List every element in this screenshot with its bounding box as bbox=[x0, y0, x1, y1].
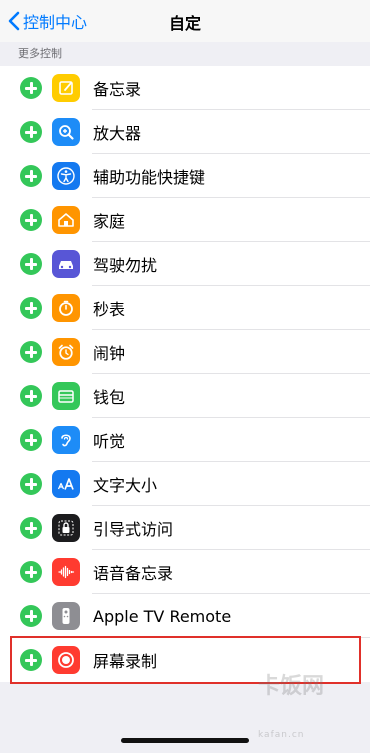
notes-icon bbox=[52, 74, 80, 102]
list-item-label: 辅助功能快捷键 bbox=[93, 168, 206, 187]
list-item-notes: 备忘录 bbox=[0, 66, 370, 110]
list-item-label: 放大器 bbox=[93, 124, 142, 143]
bottom-area bbox=[0, 704, 370, 753]
add-control-button[interactable] bbox=[20, 297, 42, 319]
tv-remote-icon bbox=[52, 602, 80, 630]
add-control-button[interactable] bbox=[20, 165, 42, 187]
add-control-button[interactable] bbox=[20, 429, 42, 451]
list-item-label: 驾驶勿扰 bbox=[93, 256, 158, 275]
lock-icon bbox=[52, 514, 80, 542]
stopwatch-icon bbox=[52, 294, 80, 322]
home-indicator[interactable] bbox=[121, 738, 249, 743]
list-item-label: 钱包 bbox=[93, 388, 126, 407]
add-control-button[interactable] bbox=[20, 209, 42, 231]
alarm-icon bbox=[52, 338, 80, 366]
wallet-icon bbox=[52, 382, 80, 410]
list-item-label: 闹钟 bbox=[93, 344, 126, 363]
list-item-voice-memos: 语音备忘录 bbox=[0, 550, 370, 594]
list-item-label: 听觉 bbox=[93, 432, 126, 451]
list-item-home: 家庭 bbox=[0, 198, 370, 242]
navigation-bar: 控制中心 自定 bbox=[0, 0, 370, 42]
list-item-text-size: 文字大小 bbox=[0, 462, 370, 506]
list-item-magnifier: 放大器 bbox=[0, 110, 370, 154]
list-item-do-not-disturb-driving: 驾驶勿扰 bbox=[0, 242, 370, 286]
watermark-url: kafan.cn bbox=[258, 730, 305, 740]
add-control-button[interactable] bbox=[20, 253, 42, 275]
ear-icon bbox=[52, 426, 80, 454]
list-item-guided-access: 引导式访问 bbox=[0, 506, 370, 550]
car-icon bbox=[52, 250, 80, 278]
list-item-label: 文字大小 bbox=[93, 476, 158, 495]
page-title: 自定 bbox=[168, 14, 201, 33]
list-item-apple-tv-remote: Apple TV Remote bbox=[0, 594, 370, 638]
list-item-hearing: 听觉 bbox=[0, 418, 370, 462]
accessibility-icon bbox=[52, 162, 80, 190]
list-item-stopwatch: 秒表 bbox=[0, 286, 370, 330]
add-control-button[interactable] bbox=[20, 473, 42, 495]
add-control-button[interactable] bbox=[20, 121, 42, 143]
text-size-icon bbox=[52, 470, 80, 498]
list-item-label: 家庭 bbox=[93, 212, 126, 231]
screen-record-icon bbox=[52, 646, 80, 674]
list-item-accessibility-shortcut: 辅助功能快捷键 bbox=[0, 154, 370, 198]
more-controls-list: 备忘录 放大器 辅助功能快捷键 家庭 驾驶勿扰 秒表 闹钟 钱包 听觉 文字大小… bbox=[0, 66, 370, 682]
add-control-button[interactable] bbox=[20, 605, 42, 627]
list-item-label: Apple TV Remote bbox=[93, 606, 232, 626]
add-control-button[interactable] bbox=[20, 517, 42, 539]
home-icon bbox=[52, 206, 80, 234]
list-item-label: 语音备忘录 bbox=[93, 564, 174, 583]
list-item-label: 秒表 bbox=[93, 300, 126, 319]
add-control-button[interactable] bbox=[20, 649, 42, 671]
list-item-label: 备忘录 bbox=[93, 80, 142, 99]
add-control-button[interactable] bbox=[20, 561, 42, 583]
list-item-label: 引导式访问 bbox=[93, 520, 174, 539]
list-item-label: 屏幕录制 bbox=[93, 652, 158, 671]
watermark: 卡饭网 bbox=[258, 674, 325, 699]
section-header: 更多控制 bbox=[0, 42, 370, 66]
list-item-wallet: 钱包 bbox=[0, 374, 370, 418]
add-control-button[interactable] bbox=[20, 77, 42, 99]
voice-memo-icon bbox=[52, 558, 80, 586]
magnifier-icon bbox=[52, 118, 80, 146]
add-control-button[interactable] bbox=[20, 385, 42, 407]
list-item-alarm: 闹钟 bbox=[0, 330, 370, 374]
add-control-button[interactable] bbox=[20, 341, 42, 363]
